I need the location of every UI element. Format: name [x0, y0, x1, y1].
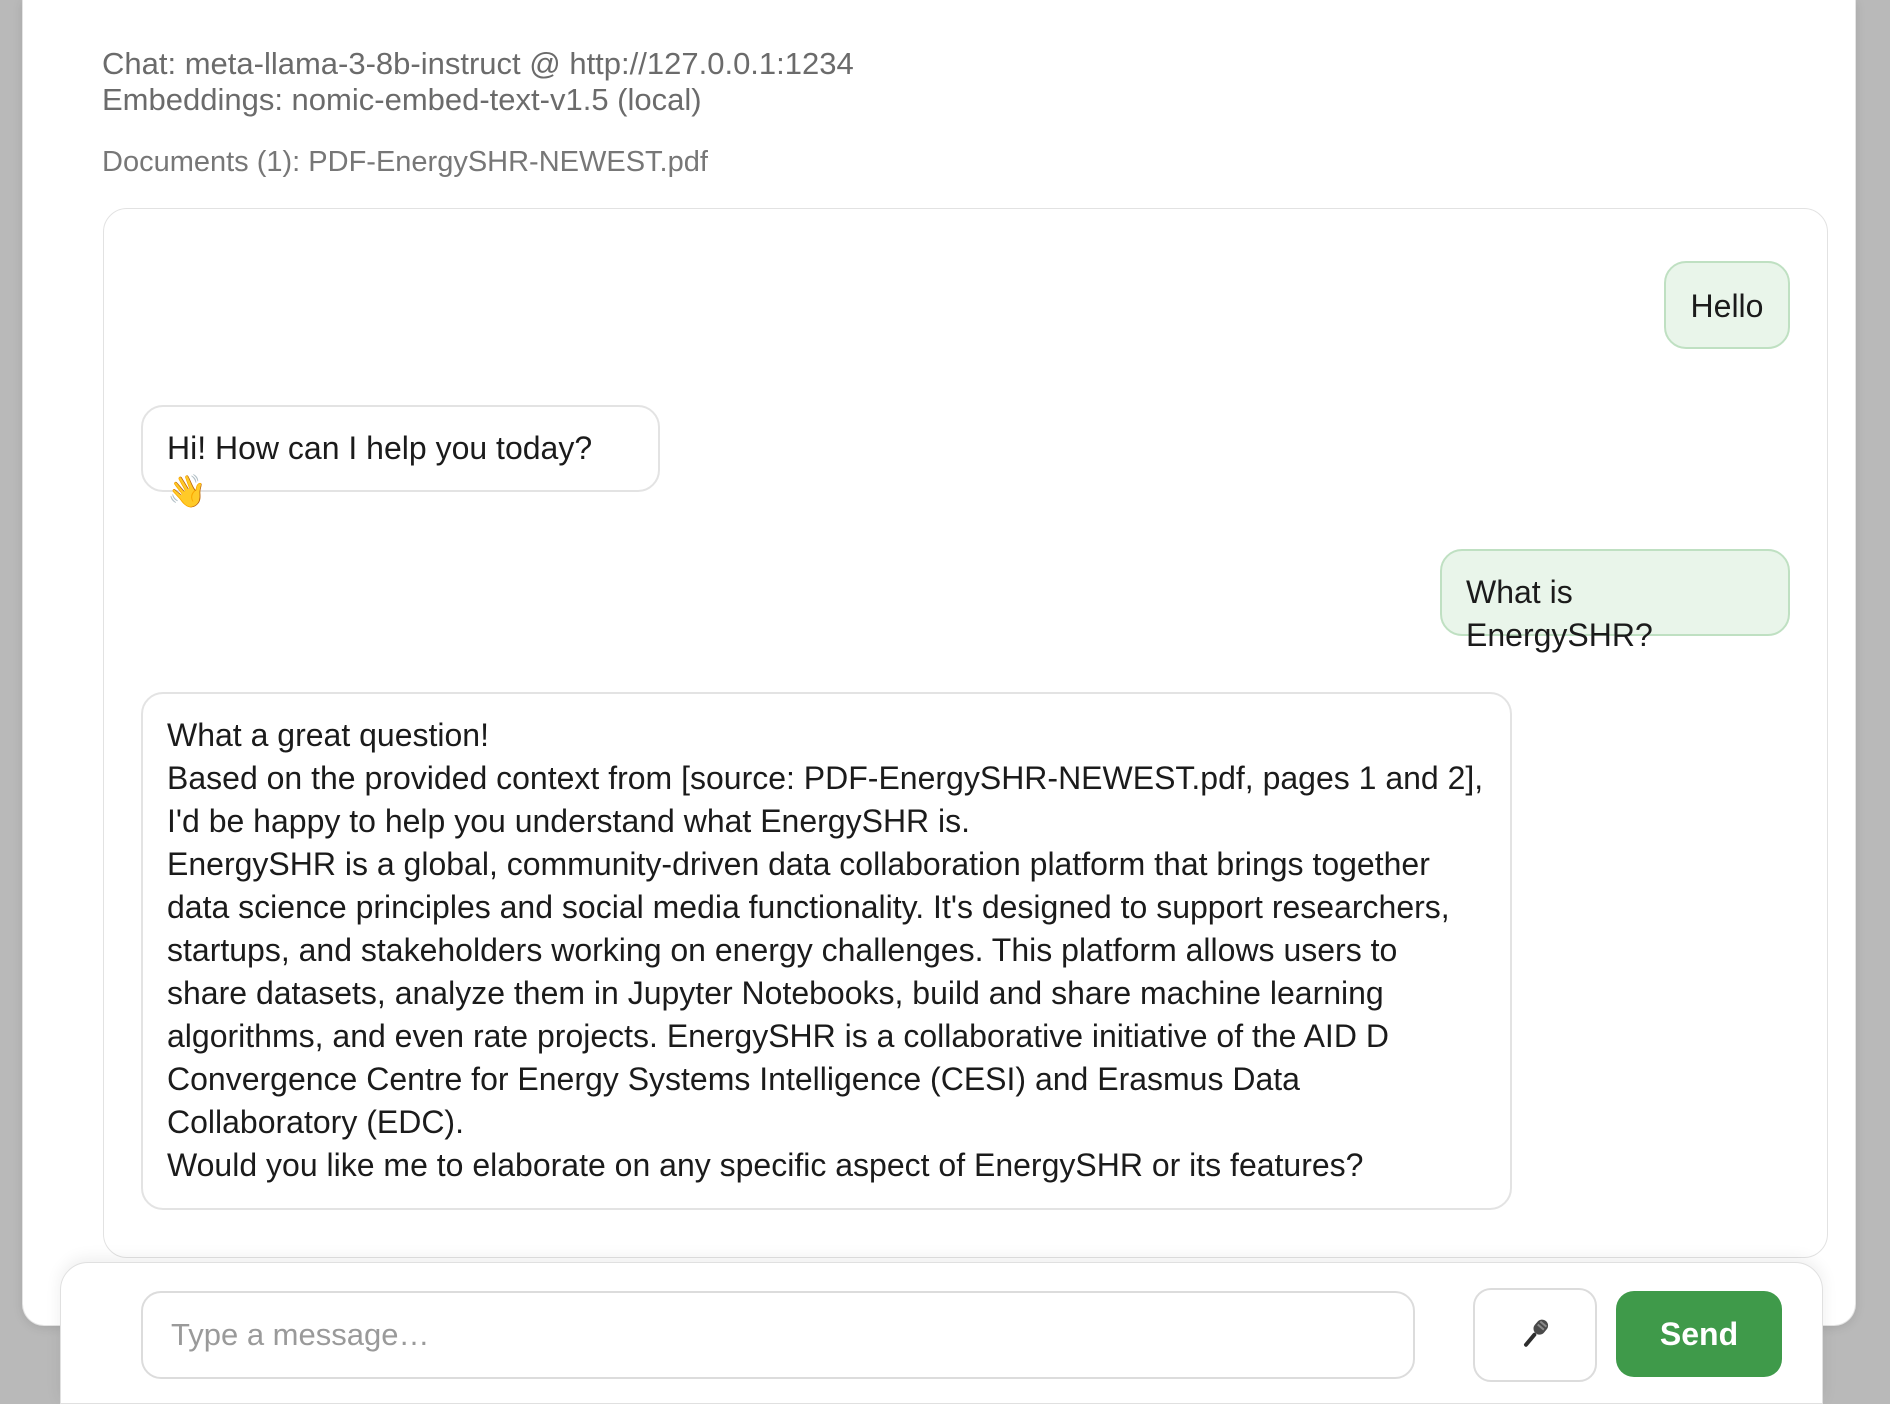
user-message: Hello [1664, 261, 1790, 349]
user-message: What is EnergySHR? [1440, 549, 1790, 653]
chat-log[interactable]: Hello Hi! How can I help you today? 👋 Wh… [103, 208, 1828, 1258]
message-line: Would you like me to elaborate on any sp… [167, 1147, 1364, 1183]
message-line: Based on the provided context from [sour… [167, 760, 1484, 839]
message-line: EnergySHR is a global, community-driven … [167, 846, 1450, 1140]
embeddings-label: Embeddings: nomic-embed-text-v1.5 (local… [102, 82, 702, 117]
chat-model-label: Chat: meta-llama-3-8b-instruct @ http://… [102, 46, 854, 81]
send-button[interactable]: Send [1616, 1291, 1782, 1377]
message-input[interactable] [141, 1291, 1415, 1379]
documents-label: Documents (1): PDF-EnergySHR-NEWEST.pdf [102, 146, 708, 178]
composer-bar: Send [60, 1262, 1823, 1404]
model-info: Chat: meta-llama-3-8b-instruct @ http://… [102, 46, 854, 118]
app-card: Chat: meta-llama-3-8b-instruct @ http://… [22, 0, 1856, 1326]
message-line: What a great question! [167, 717, 489, 753]
microphone-icon [1516, 1315, 1554, 1356]
assistant-message: What a great question! Based on the prov… [141, 692, 1512, 1210]
assistant-message: Hi! How can I help you today? 👋 [141, 405, 660, 509]
microphone-button[interactable] [1473, 1288, 1597, 1382]
